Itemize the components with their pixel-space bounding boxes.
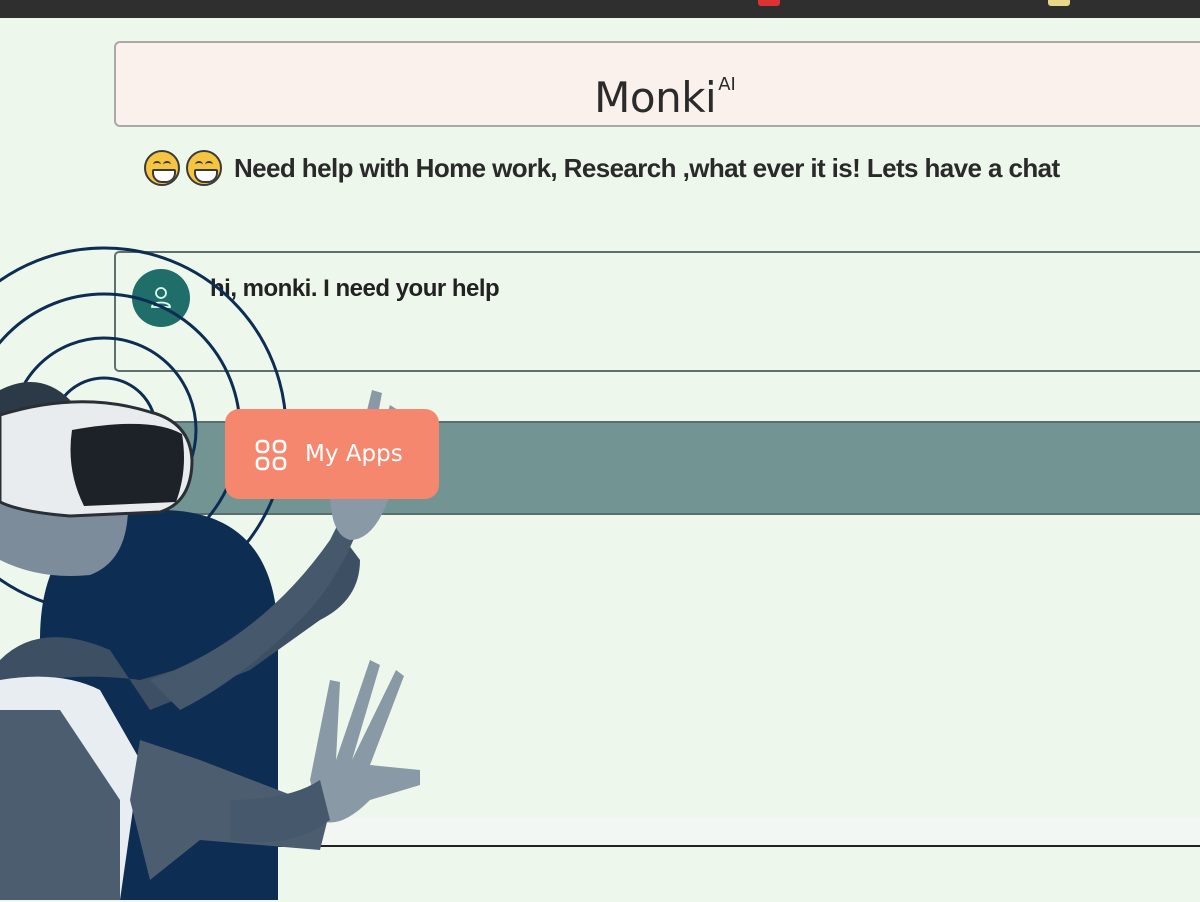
red-tab-marker xyxy=(758,0,780,6)
browser-top-bar xyxy=(0,0,1200,18)
grid-icon xyxy=(255,439,287,471)
my-apps-label: My Apps xyxy=(305,441,403,467)
app-title-banner: Monki AI xyxy=(114,41,1200,127)
yellow-tab-marker xyxy=(1048,0,1070,6)
vr-woman-illustration xyxy=(0,246,420,900)
lower-hand xyxy=(310,660,420,823)
tagline-text: Need help with Home work, Research ,what… xyxy=(234,152,1060,183)
grinning-face-icon xyxy=(144,150,180,186)
app-title: Monki xyxy=(594,73,717,122)
tagline: Need help with Home work, Research ,what… xyxy=(144,148,1060,188)
vr-headset-visor xyxy=(70,423,184,506)
grinning-face-icon xyxy=(186,150,222,186)
my-apps-button[interactable]: My Apps xyxy=(225,409,439,499)
app-title-superscript: AI xyxy=(718,74,736,95)
